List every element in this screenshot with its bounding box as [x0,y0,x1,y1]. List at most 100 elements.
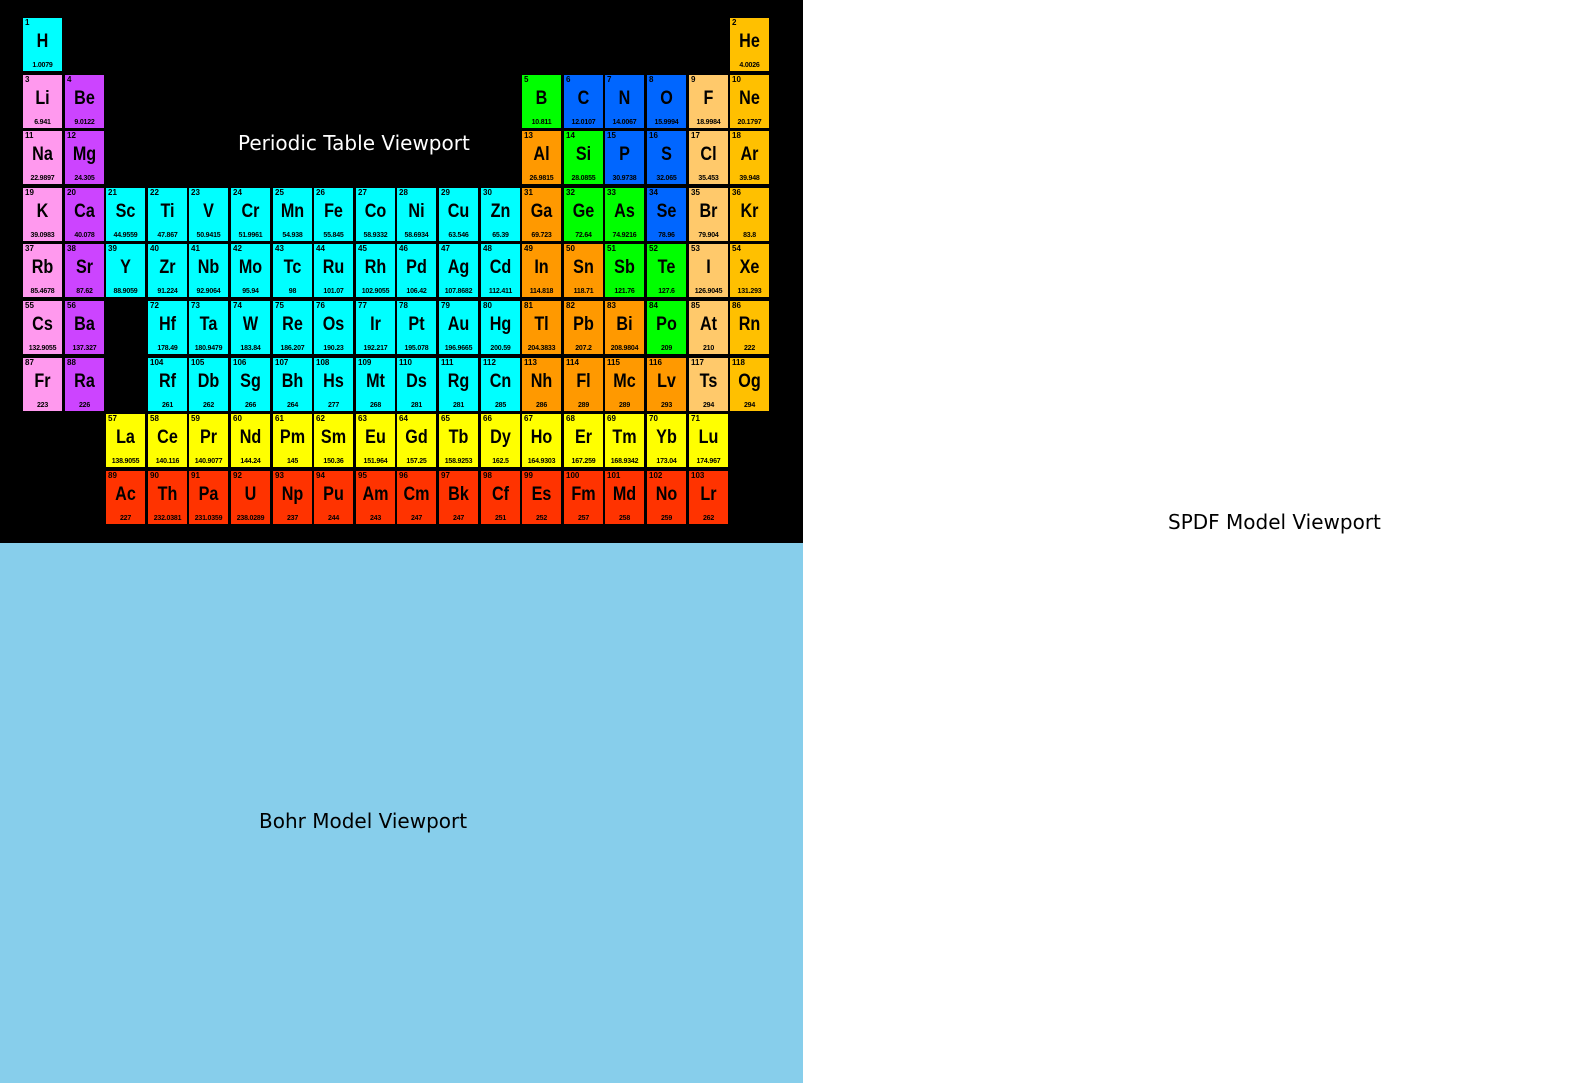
element-cell-rh[interactable]: 45 Rh 102.9055 [355,243,396,298]
element-cell-fl[interactable]: 114 Fl 289 [563,357,604,412]
element-cell-pm[interactable]: 61 Pm 145 [272,413,313,468]
element-cell-ir[interactable]: 77 Ir 192.217 [355,300,396,355]
element-cell-al[interactable]: 13 Al 26.9815 [521,130,562,185]
element-cell-bi[interactable]: 83 Bi 208.9804 [604,300,645,355]
element-cell-co[interactable]: 27 Co 58.9332 [355,187,396,242]
element-cell-mc[interactable]: 115 Mc 289 [604,357,645,412]
element-cell-nh[interactable]: 113 Nh 286 [521,357,562,412]
element-cell-cu[interactable]: 29 Cu 63.546 [438,187,479,242]
element-cell-at[interactable]: 85 At 210 [688,300,729,355]
spdf-model-viewport[interactable]: SPDF Model Viewport [803,0,1581,1083]
element-cell-mn[interactable]: 25 Mn 54.938 [272,187,313,242]
element-cell-fr[interactable]: 87 Fr 223 [22,357,63,412]
element-cell-te[interactable]: 52 Te 127.6 [646,243,687,298]
element-cell-am[interactable]: 95 Am 243 [355,470,396,525]
element-cell-mt[interactable]: 109 Mt 268 [355,357,396,412]
element-cell-as[interactable]: 33 As 74.9216 [604,187,645,242]
element-cell-es[interactable]: 99 Es 252 [521,470,562,525]
element-cell-mg[interactable]: 12 Mg 24.305 [64,130,105,185]
element-cell-f[interactable]: 9 F 18.9984 [688,74,729,129]
element-cell-o[interactable]: 8 O 15.9994 [646,74,687,129]
element-cell-ce[interactable]: 58 Ce 140.116 [147,413,188,468]
element-cell-ti[interactable]: 22 Ti 47.867 [147,187,188,242]
element-cell-pt[interactable]: 78 Pt 195.078 [396,300,437,355]
element-cell-ds[interactable]: 110 Ds 281 [396,357,437,412]
element-cell-he[interactable]: 2 He 4.0026 [729,17,770,72]
element-cell-lr[interactable]: 103 Lr 262 [688,470,729,525]
element-cell-ar[interactable]: 18 Ar 39.948 [729,130,770,185]
element-cell-c[interactable]: 6 C 12.0107 [563,74,604,129]
element-cell-h[interactable]: 1 H 1.0079 [22,17,63,72]
element-cell-zn[interactable]: 30 Zn 65.39 [480,187,521,242]
element-cell-og[interactable]: 118 Og 294 [729,357,770,412]
element-cell-tl[interactable]: 81 Tl 204.3833 [521,300,562,355]
element-cell-sc[interactable]: 21 Sc 44.9559 [105,187,146,242]
element-cell-ag[interactable]: 47 Ag 107.8682 [438,243,479,298]
element-cell-br[interactable]: 35 Br 79.904 [688,187,729,242]
element-cell-ru[interactable]: 44 Ru 101.07 [313,243,354,298]
bohr-model-viewport[interactable]: Bohr Model Viewport [0,543,803,1083]
element-cell-v[interactable]: 23 V 50.9415 [188,187,229,242]
element-cell-ta[interactable]: 73 Ta 180.9479 [188,300,229,355]
element-cell-tm[interactable]: 69 Tm 168.9342 [604,413,645,468]
element-cell-pr[interactable]: 59 Pr 140.9077 [188,413,229,468]
element-cell-si[interactable]: 14 Si 28.0855 [563,130,604,185]
element-cell-hs[interactable]: 108 Hs 277 [313,357,354,412]
element-cell-pa[interactable]: 91 Pa 231.0359 [188,470,229,525]
element-cell-mo[interactable]: 42 Mo 95.94 [230,243,271,298]
element-cell-bh[interactable]: 107 Bh 264 [272,357,313,412]
element-cell-ni[interactable]: 28 Ni 58.6934 [396,187,437,242]
element-cell-cd[interactable]: 48 Cd 112.411 [480,243,521,298]
element-cell-ac[interactable]: 89 Ac 227 [105,470,146,525]
element-cell-hf[interactable]: 72 Hf 178.49 [147,300,188,355]
element-cell-ba[interactable]: 56 Ba 137.327 [64,300,105,355]
element-cell-ho[interactable]: 67 Ho 164.9303 [521,413,562,468]
element-cell-dy[interactable]: 66 Dy 162.5 [480,413,521,468]
element-cell-cs[interactable]: 55 Cs 132.9055 [22,300,63,355]
element-cell-bk[interactable]: 97 Bk 247 [438,470,479,525]
element-cell-b[interactable]: 5 B 10.811 [521,74,562,129]
element-cell-na[interactable]: 11 Na 22.9897 [22,130,63,185]
element-cell-nb[interactable]: 41 Nb 92.9064 [188,243,229,298]
element-cell-th[interactable]: 90 Th 232.0381 [147,470,188,525]
element-cell-fe[interactable]: 26 Fe 55.845 [313,187,354,242]
element-cell-ga[interactable]: 31 Ga 69.723 [521,187,562,242]
element-cell-tc[interactable]: 43 Tc 98 [272,243,313,298]
element-cell-nd[interactable]: 60 Nd 144.24 [230,413,271,468]
element-cell-li[interactable]: 3 Li 6.941 [22,74,63,129]
element-cell-in[interactable]: 49 In 114.818 [521,243,562,298]
element-cell-tb[interactable]: 65 Tb 158.9253 [438,413,479,468]
element-cell-eu[interactable]: 63 Eu 151.964 [355,413,396,468]
element-cell-xe[interactable]: 54 Xe 131.293 [729,243,770,298]
element-cell-cn[interactable]: 112 Cn 285 [480,357,521,412]
element-cell-rn[interactable]: 86 Rn 222 [729,300,770,355]
element-cell-cl[interactable]: 17 Cl 35.453 [688,130,729,185]
element-cell-ne[interactable]: 10 Ne 20.1797 [729,74,770,129]
element-cell-er[interactable]: 68 Er 167.259 [563,413,604,468]
element-cell-db[interactable]: 105 Db 262 [188,357,229,412]
element-cell-rg[interactable]: 111 Rg 281 [438,357,479,412]
element-cell-os[interactable]: 76 Os 190.23 [313,300,354,355]
element-cell-po[interactable]: 84 Po 209 [646,300,687,355]
element-cell-np[interactable]: 93 Np 237 [272,470,313,525]
element-cell-i[interactable]: 53 I 126.9045 [688,243,729,298]
element-cell-ca[interactable]: 20 Ca 40.078 [64,187,105,242]
element-cell-md[interactable]: 101 Md 258 [604,470,645,525]
element-cell-ts[interactable]: 117 Ts 294 [688,357,729,412]
element-cell-yb[interactable]: 70 Yb 173.04 [646,413,687,468]
element-cell-kr[interactable]: 36 Kr 83.8 [729,187,770,242]
element-cell-ra[interactable]: 88 Ra 226 [64,357,105,412]
element-cell-cr[interactable]: 24 Cr 51.9961 [230,187,271,242]
element-cell-w[interactable]: 74 W 183.84 [230,300,271,355]
element-cell-pb[interactable]: 82 Pb 207.2 [563,300,604,355]
element-cell-k[interactable]: 19 K 39.0983 [22,187,63,242]
element-cell-re[interactable]: 75 Re 186.207 [272,300,313,355]
element-cell-rf[interactable]: 104 Rf 261 [147,357,188,412]
element-cell-hg[interactable]: 80 Hg 200.59 [480,300,521,355]
element-cell-la[interactable]: 57 La 138.9055 [105,413,146,468]
element-cell-sm[interactable]: 62 Sm 150.36 [313,413,354,468]
element-cell-ge[interactable]: 32 Ge 72.64 [563,187,604,242]
element-cell-cf[interactable]: 98 Cf 251 [480,470,521,525]
element-cell-y[interactable]: 39 Y 88.9059 [105,243,146,298]
element-cell-pu[interactable]: 94 Pu 244 [313,470,354,525]
